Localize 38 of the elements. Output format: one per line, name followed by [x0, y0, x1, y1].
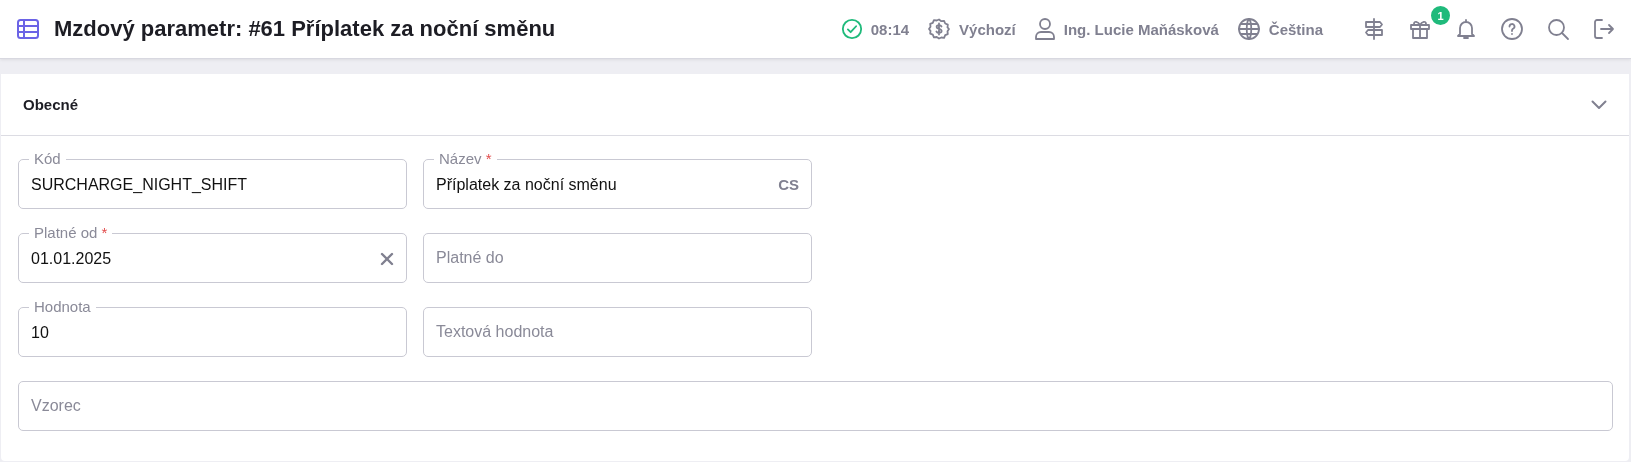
- help-icon[interactable]: [1499, 16, 1525, 42]
- logout-icon[interactable]: [1591, 16, 1617, 42]
- field-label: Platné od: [34, 224, 98, 241]
- field-value[interactable]: Příplatek za noční směnu: [436, 175, 771, 194]
- input-field[interactable]: Název * Příplatek za noční směnu CS: [423, 151, 812, 209]
- input-field[interactable]: Vzorec: [18, 381, 1613, 431]
- input-field[interactable]: Textová hodnota: [423, 307, 812, 357]
- user-name[interactable]: Ing. Lucie Maňásková: [1063, 20, 1219, 38]
- field-value[interactable]: Vzorec: [31, 397, 1600, 415]
- field-label: Kód: [34, 150, 61, 167]
- section-header[interactable]: Obecné: [1, 74, 1629, 136]
- field-label: Hodnota: [34, 298, 91, 315]
- table-icon: [16, 18, 40, 40]
- chevron-icon: [1591, 99, 1607, 110]
- field-value[interactable]: SURCHARGE_NIGHT_SHIFT: [31, 175, 394, 194]
- currency-label[interactable]: Výchozí: [959, 20, 1016, 38]
- field-label: Název: [439, 150, 482, 167]
- required-mark: *: [101, 224, 108, 241]
- page-title: Mzdový parametr: #61 Příplatek za noční směnu: [54, 16, 556, 42]
- input-field[interactable]: Hodnota 10: [18, 299, 407, 357]
- clear-icon[interactable]: [380, 251, 394, 266]
- field-value[interactable]: 01.01.2025: [31, 249, 372, 268]
- required-mark: *: [485, 150, 492, 167]
- input-field[interactable]: Kód SURCHARGE_NIGHT_SHIFT: [18, 151, 407, 209]
- globe-icon: [1236, 17, 1261, 41]
- field-value[interactable]: Textová hodnota: [436, 323, 799, 341]
- field-value[interactable]: 10: [31, 323, 394, 342]
- language-code: CS: [778, 176, 799, 193]
- input-field[interactable]: Platné do: [423, 233, 812, 283]
- dollar-badge-icon: [927, 17, 952, 41]
- user-icon: [1033, 17, 1056, 41]
- search-icon[interactable]: [1545, 16, 1571, 42]
- session-time: 08:14: [870, 20, 910, 38]
- input-field[interactable]: Platné od * 01.01.2025: [18, 225, 407, 283]
- language-label[interactable]: Čeština: [1268, 20, 1323, 38]
- field-value[interactable]: Platné do: [436, 249, 799, 267]
- notification-badge: 1: [1429, 4, 1452, 27]
- check-circle-icon: [840, 18, 863, 40]
